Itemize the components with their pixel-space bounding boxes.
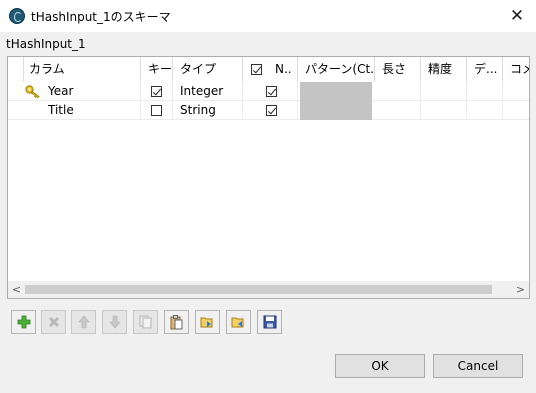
header-nullable[interactable]: N.. <box>243 57 298 82</box>
talend-app-icon <box>9 8 25 24</box>
remove-icon <box>48 316 59 328</box>
move-up-button[interactable] <box>71 310 96 334</box>
ok-button[interactable]: OK <box>335 354 425 378</box>
save-button[interactable] <box>257 310 282 334</box>
remove-button[interactable] <box>41 310 66 334</box>
export-button[interactable] <box>226 310 251 334</box>
key-checkbox[interactable] <box>151 105 162 116</box>
add-button[interactable] <box>11 310 36 334</box>
cell-default[interactable] <box>467 101 503 120</box>
header-type[interactable]: タイプ <box>173 57 243 82</box>
schema-table[interactable]: カラム キー タイプ N.. パターン(Ct... 長さ 精度 デ... コメン… <box>7 56 530 299</box>
copy-button[interactable] <box>133 310 158 334</box>
window-title: tHashInput_1のスキーマ <box>31 10 171 24</box>
header-column-name[interactable]: カラム <box>24 57 141 82</box>
header-default[interactable]: デ... <box>467 57 503 82</box>
title-bar: tHashInput_1のスキーマ ✕ <box>0 0 536 32</box>
cell-pattern[interactable] <box>300 101 372 120</box>
cell-precision[interactable] <box>421 82 467 101</box>
cancel-button[interactable]: Cancel <box>433 354 523 378</box>
cell-column-name[interactable]: Title <box>41 101 141 120</box>
header-length[interactable]: 長さ <box>375 57 421 82</box>
cell-length[interactable] <box>375 101 421 120</box>
header-comment[interactable]: コメント <box>503 57 529 82</box>
table-row[interactable]: Title String <box>8 101 529 120</box>
horizontal-scrollbar[interactable]: < > <box>8 281 529 298</box>
cell-nullable[interactable] <box>243 101 298 120</box>
scroll-left-arrow[interactable]: < <box>8 281 25 298</box>
key-icon <box>25 85 40 98</box>
component-label: tHashInput_1 <box>6 37 86 51</box>
export-icon <box>231 317 244 328</box>
cell-precision[interactable] <box>421 101 467 120</box>
nullable-checkbox[interactable] <box>266 86 277 97</box>
move-down-icon <box>108 315 121 329</box>
cell-type[interactable]: Integer <box>173 82 243 101</box>
import-icon <box>200 317 213 328</box>
header-precision[interactable]: 精度 <box>421 57 467 82</box>
nullable-checkbox[interactable] <box>266 105 277 116</box>
cell-nullable[interactable] <box>243 82 298 101</box>
save-icon <box>263 315 276 329</box>
cell-key[interactable] <box>141 101 173 120</box>
scroll-thumb[interactable] <box>25 285 492 294</box>
key-checkbox[interactable] <box>151 86 162 97</box>
header-pattern[interactable]: パターン(Ct... <box>298 57 375 82</box>
header-row-selector <box>8 57 24 82</box>
header-nullable-label: N.. <box>275 62 292 76</box>
add-icon <box>17 315 30 329</box>
close-button[interactable]: ✕ <box>498 0 536 32</box>
cell-type[interactable]: String <box>173 101 243 120</box>
cell-pattern[interactable] <box>300 82 372 101</box>
paste-icon <box>170 314 183 329</box>
header-nullable-checkbox[interactable] <box>251 64 262 75</box>
move-down-button[interactable] <box>102 310 127 334</box>
table-row[interactable]: Year Integer <box>8 82 529 101</box>
header-key[interactable]: キー <box>141 57 173 82</box>
cell-column-name[interactable]: Year <box>41 82 141 101</box>
cell-key[interactable] <box>141 82 173 101</box>
scroll-right-arrow[interactable]: > <box>512 281 529 298</box>
cell-default[interactable] <box>467 82 503 101</box>
move-up-icon <box>77 315 90 329</box>
cell-length[interactable] <box>375 82 421 101</box>
paste-button[interactable] <box>164 310 189 334</box>
import-button[interactable] <box>195 310 220 334</box>
copy-icon <box>139 315 152 329</box>
